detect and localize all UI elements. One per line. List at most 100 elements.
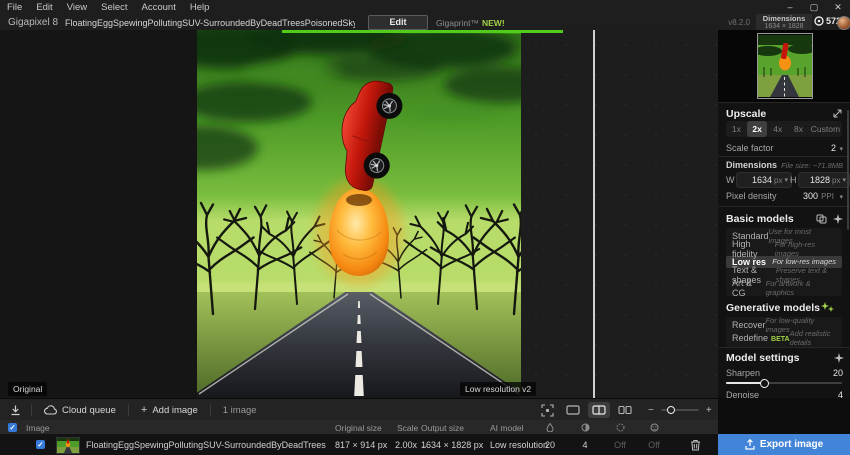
export-image-button[interactable]: Export image bbox=[718, 434, 850, 455]
face-recovery-column-icon bbox=[650, 423, 659, 432]
minimize-icon[interactable]: – bbox=[778, 2, 802, 12]
menu-edit[interactable]: Edit bbox=[29, 2, 59, 13]
row-checkbox[interactable]: ✓ bbox=[36, 440, 45, 449]
dimensions-section-label: Dimensions bbox=[726, 160, 777, 170]
gigaprint-label: Gigaprint™ bbox=[436, 18, 479, 28]
open-file-name: FloatingEggSpewingPollutingSUV-Surrounde… bbox=[65, 18, 355, 28]
resize-icon[interactable] bbox=[832, 108, 843, 119]
chevron-down-icon: ▾ bbox=[839, 193, 843, 201]
width-input[interactable]: 1634 px ▾ bbox=[736, 172, 792, 188]
height-unit: px bbox=[832, 176, 840, 185]
chevron-down-icon: ▾ bbox=[842, 176, 846, 184]
dimensions-dropdown[interactable]: Dimensions 1634 × 1828 bbox=[756, 14, 812, 30]
panel-scrollbar[interactable] bbox=[847, 110, 850, 230]
row-output-size: 1634 × 1828 px bbox=[421, 440, 483, 450]
model-settings-title: Model settings bbox=[726, 352, 800, 364]
basic-models-title: Basic models bbox=[726, 213, 794, 225]
model-desc: Add realistic details bbox=[790, 329, 836, 347]
model-name: Recover bbox=[732, 320, 766, 330]
generative-sparkles-icon bbox=[821, 302, 834, 313]
file-size-label: File size: ~71.8MB bbox=[781, 161, 843, 170]
maximize-icon[interactable]: ▢ bbox=[802, 2, 826, 13]
scale-8x-button[interactable]: 8x bbox=[788, 121, 809, 137]
denoise-column-icon bbox=[581, 423, 590, 432]
scale-factor-value[interactable]: 2 bbox=[831, 143, 836, 153]
row-filename: FloatingEggSpewingPollutingSUV-Surrounde… bbox=[86, 440, 326, 450]
arrow-down-bar-icon bbox=[10, 405, 21, 416]
menu-select[interactable]: Select bbox=[94, 2, 134, 13]
add-image-label: Add image bbox=[152, 405, 197, 416]
model-high-fidelity[interactable]: High fidelity For high-res images bbox=[726, 243, 842, 256]
scale-factor-label: Scale factor bbox=[726, 143, 774, 153]
sharpen-slider[interactable] bbox=[726, 382, 842, 384]
width-value: 1634 bbox=[752, 175, 772, 185]
export-label: Export image bbox=[760, 439, 823, 450]
version-label: v8.2.0 bbox=[700, 18, 750, 27]
split-view-icon[interactable] bbox=[588, 402, 610, 418]
processing-progress-bar bbox=[282, 30, 563, 33]
avatar[interactable] bbox=[837, 16, 850, 30]
sharpen-label: Sharpen bbox=[726, 368, 760, 378]
scale-preset-row: 1x 2x 4x 8x Custom bbox=[726, 121, 842, 137]
menu-account[interactable]: Account bbox=[135, 2, 183, 13]
pixel-density-unit: PPI bbox=[821, 192, 834, 201]
width-label: W bbox=[726, 175, 735, 185]
gigaprint-link[interactable]: Gigaprint™NEW! bbox=[436, 18, 505, 28]
split-view-divider[interactable] bbox=[593, 30, 595, 398]
collapse-queue-button[interactable] bbox=[0, 399, 31, 421]
preview-region-icon[interactable] bbox=[536, 402, 558, 418]
photo-original bbox=[197, 30, 521, 398]
beta-badge: BETA bbox=[771, 336, 790, 343]
close-icon[interactable]: ✕ bbox=[826, 2, 850, 13]
select-all-checkbox[interactable]: ✓ bbox=[8, 423, 17, 432]
zoom-slider-knob[interactable] bbox=[667, 406, 675, 414]
gigapixel-window: File Edit View Select Account Help – ▢ ✕… bbox=[0, 0, 850, 455]
col-image: Image bbox=[26, 423, 50, 433]
settings-panel: Upscale 1x 2x 4x 8x Custom Scale factor … bbox=[718, 30, 850, 455]
basic-models-list: Standard Use for most images High fideli… bbox=[726, 228, 842, 296]
model-name: RedefineBETA bbox=[732, 333, 790, 343]
col-output-size: Output size bbox=[421, 423, 464, 433]
navigator-thumbnail bbox=[757, 33, 813, 99]
upscale-title: Upscale bbox=[726, 108, 766, 120]
height-value: 1828 bbox=[810, 175, 830, 185]
compression-column-icon bbox=[616, 423, 625, 432]
chevron-down-icon: ▾ bbox=[839, 145, 843, 153]
menu-view[interactable]: View bbox=[60, 2, 94, 13]
height-input[interactable]: 1828 px ▾ bbox=[798, 172, 850, 188]
cloud-queue-button[interactable]: Cloud queue bbox=[32, 399, 128, 421]
auto-select-sparkle-icon[interactable] bbox=[833, 214, 843, 224]
add-image-button[interactable]: + Add image bbox=[129, 399, 210, 421]
chevron-down-icon: ▾ bbox=[784, 176, 788, 184]
generative-models-title: Generative models bbox=[726, 302, 820, 314]
menu-help[interactable]: Help bbox=[183, 2, 217, 13]
model-browser-icon[interactable] bbox=[816, 214, 827, 224]
zoom-slider[interactable] bbox=[661, 409, 699, 411]
title-bar: Gigapixel 8 FloatingEggSpewingPollutingS… bbox=[0, 14, 850, 31]
navigator[interactable] bbox=[718, 30, 850, 103]
model-art-cg[interactable]: Art & CG For artwork & graphics bbox=[726, 281, 842, 294]
scale-4x-button[interactable]: 4x bbox=[767, 121, 788, 137]
dimensions-label: Dimensions bbox=[756, 15, 812, 23]
side-by-side-view-icon[interactable] bbox=[614, 402, 636, 418]
scale-custom-button[interactable]: Custom bbox=[809, 121, 842, 137]
single-view-icon[interactable] bbox=[562, 402, 584, 418]
pixel-density-value[interactable]: 300 bbox=[803, 191, 818, 201]
edit-button[interactable]: Edit bbox=[368, 15, 428, 30]
row-fix-compression: Off bbox=[608, 440, 632, 450]
settings-sparkle-icon[interactable] bbox=[834, 353, 844, 363]
row-sharpen: 20 bbox=[538, 440, 562, 450]
cloud-icon bbox=[44, 405, 57, 415]
model-desc: For high-res images bbox=[775, 240, 836, 258]
zoom-in-icon[interactable]: + bbox=[706, 405, 712, 416]
preview-canvas[interactable]: Original Low resolution v2 bbox=[0, 30, 718, 398]
delete-row-icon[interactable] bbox=[690, 439, 701, 451]
zoom-out-icon[interactable]: − bbox=[648, 405, 654, 416]
height-label: H bbox=[790, 175, 797, 185]
queue-table-row[interactable]: ✓ FloatingEggSpewingPollutingSUV-Surroun… bbox=[0, 434, 718, 455]
menu-bar: File Edit View Select Account Help – ▢ ✕ bbox=[0, 0, 850, 14]
model-redefine[interactable]: RedefineBETA Add realistic details bbox=[726, 332, 842, 345]
scale-1x-button[interactable]: 1x bbox=[726, 121, 747, 137]
scale-2x-button[interactable]: 2x bbox=[747, 121, 768, 137]
menu-file[interactable]: File bbox=[0, 2, 29, 13]
